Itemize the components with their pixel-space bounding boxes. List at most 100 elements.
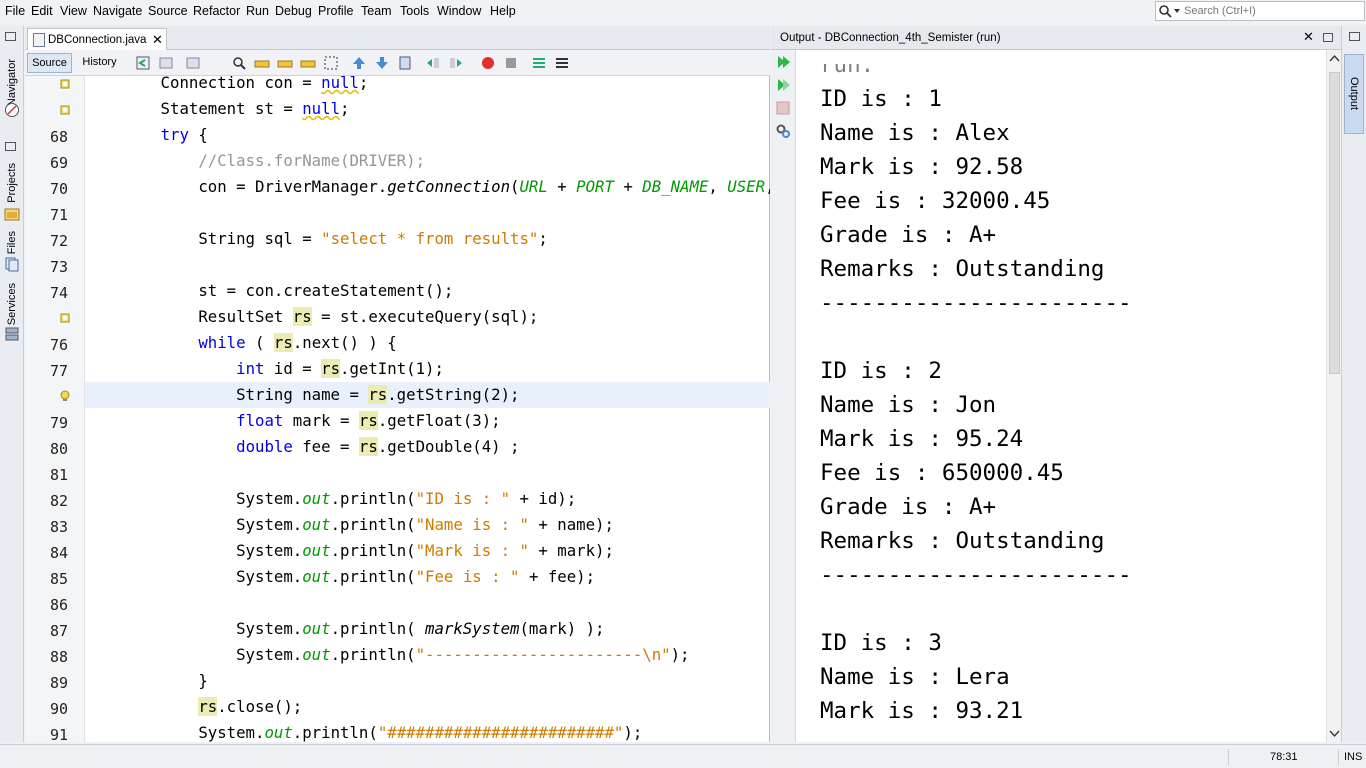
uncomment-icon[interactable] — [554, 55, 570, 71]
code-line[interactable]: while ( rs.next() ) { — [85, 330, 770, 356]
code-line[interactable] — [85, 590, 770, 616]
projects-icon — [4, 208, 20, 221]
output-line: ----------------------- — [820, 290, 1132, 316]
side-tab-projects[interactable]: Projects — [2, 158, 22, 208]
rerun-with-args-icon[interactable] — [775, 77, 791, 93]
scroll-up-icon[interactable] — [1329, 54, 1340, 62]
code-line[interactable]: try { — [85, 122, 770, 148]
output-line: Mark is : 92.58 — [820, 154, 1024, 180]
code-line[interactable]: //Class.forName(DRIVER); — [85, 148, 770, 174]
code-line[interactable]: } — [85, 668, 770, 694]
stop-macro-icon[interactable] — [503, 55, 519, 71]
code-line[interactable]: System.out.println("ID is : " + id); — [85, 486, 770, 512]
menu-file[interactable]: File — [5, 4, 25, 18]
toggle-highlight-icon[interactable] — [300, 55, 316, 71]
output-line: Remarks : Outstanding — [820, 528, 1105, 554]
side-tab-files[interactable]: Files — [2, 228, 22, 258]
menu-window[interactable]: Window — [437, 4, 481, 18]
code-line[interactable]: String sql = "select * from results"; — [85, 226, 770, 252]
menu-debug[interactable]: Debug — [275, 4, 312, 18]
menu-view[interactable]: View — [60, 4, 87, 18]
minimize-window-icon[interactable] — [1323, 33, 1333, 42]
menu-source[interactable]: Source — [148, 4, 188, 18]
rect-selection-icon[interactable] — [323, 55, 339, 71]
menu-tools[interactable]: Tools — [400, 4, 429, 18]
forward-icon[interactable] — [185, 55, 201, 71]
code-line[interactable]: Connection con = null; — [85, 76, 770, 96]
side-tab-output[interactable]: Output — [1344, 54, 1364, 134]
code-line[interactable] — [85, 200, 770, 226]
output-window: Output - DBConnection_4th_Semister (run)… — [771, 26, 1341, 742]
code-line[interactable]: int id = rs.getInt(1); — [85, 356, 770, 382]
close-icon[interactable]: ✕ — [152, 32, 163, 48]
menu-run[interactable]: Run — [246, 4, 269, 18]
output-console-text[interactable]: run: ID is : 1 Name is : Alex Mark is : 92.… — [820, 64, 1320, 724]
close-icon[interactable]: ✕ — [1303, 29, 1314, 45]
side-tab-services[interactable]: Services — [2, 280, 22, 328]
line-number: 72 — [49, 232, 68, 250]
comment-icon[interactable] — [531, 55, 547, 71]
search-icon[interactable] — [1158, 4, 1180, 18]
code-line[interactable]: st = con.createStatement(); — [85, 278, 770, 304]
minimize-group-icon[interactable] — [1349, 32, 1360, 41]
lightbulb-hint-icon[interactable] — [59, 390, 71, 402]
code-editor: DBConnection.java ✕ Source History 68 69… — [25, 26, 770, 742]
code-line[interactable]: con = DriverManager.getConnection(URL + … — [85, 174, 770, 200]
line-number: 86 — [49, 596, 68, 614]
tab-history[interactable]: History — [77, 53, 122, 73]
code-line[interactable]: System.out.println("####################… — [85, 720, 770, 742]
find-selection-icon[interactable] — [231, 55, 247, 71]
code-line[interactable]: System.out.println("Fee is : " + fee); — [85, 564, 770, 590]
output-line: Fee is : 32000.45 — [820, 188, 1051, 214]
back-icon[interactable] — [158, 55, 174, 71]
shift-left-icon[interactable] — [425, 55, 441, 71]
code-line[interactable]: rs.close(); — [85, 694, 770, 720]
minimize-group-icon[interactable] — [5, 142, 16, 151]
warning-hint-icon[interactable] — [59, 312, 71, 324]
scrollbar-thumb[interactable] — [1329, 72, 1340, 374]
code-line[interactable]: System.out.println("Mark is : " + mark); — [85, 538, 770, 564]
toggle-bookmark-icon[interactable] — [397, 55, 413, 71]
stop-icon[interactable] — [775, 100, 791, 116]
navigator-icon — [5, 103, 19, 117]
scroll-down-icon[interactable] — [1329, 730, 1340, 738]
code-line[interactable]: System.out.println("Name is : " + name); — [85, 512, 770, 538]
menu-refactor[interactable]: Refactor — [193, 4, 240, 18]
code-line[interactable]: float mark = rs.getFloat(3); — [85, 408, 770, 434]
code-line[interactable]: Statement st = null; — [85, 96, 770, 122]
output-line: Name is : Lera — [820, 664, 1010, 690]
output-line: ID is : 2 — [820, 358, 942, 384]
output-title[interactable]: Output - DBConnection_4th_Semister (run) — [780, 32, 1001, 44]
tab-source[interactable]: Source — [27, 53, 72, 73]
code-line-current[interactable]: String name = rs.getString(2); — [85, 382, 770, 408]
code-line[interactable]: System.out.println( markSystem(mark) ); — [85, 616, 770, 642]
settings-icon[interactable] — [775, 123, 791, 139]
find-previous-icon[interactable] — [254, 55, 270, 71]
output-line: Mark is : 95.24 — [820, 426, 1024, 452]
shift-right-icon[interactable] — [448, 55, 464, 71]
code-line[interactable]: ResultSet rs = st.executeQuery(sql); — [85, 304, 770, 330]
code-line[interactable] — [85, 252, 770, 278]
output-scrollbar[interactable] — [1326, 50, 1341, 742]
code-line[interactable]: double fee = rs.getDouble(4) ; — [85, 434, 770, 460]
menu-edit[interactable]: Edit — [31, 4, 53, 18]
code-line[interactable] — [85, 460, 770, 486]
menu-team[interactable]: Team — [361, 4, 392, 18]
last-edit-icon[interactable] — [135, 55, 151, 71]
warning-hint-icon[interactable] — [59, 78, 71, 90]
minimize-group-icon[interactable] — [5, 32, 16, 41]
search-input[interactable]: Search (Ctrl+I) — [1155, 1, 1365, 21]
code-area[interactable]: Connection con = null; Statement st = nu… — [85, 76, 770, 742]
menu-navigate[interactable]: Navigate — [93, 4, 142, 18]
find-next-icon[interactable] — [277, 55, 293, 71]
editor-tab-bar: DBConnection.java ✕ — [25, 26, 770, 50]
menu-profile[interactable]: Profile — [318, 4, 353, 18]
next-bookmark-icon[interactable] — [374, 55, 390, 71]
rerun-icon[interactable] — [775, 54, 791, 70]
warning-hint-icon[interactable] — [59, 104, 71, 116]
previous-bookmark-icon[interactable] — [351, 55, 367, 71]
menu-help[interactable]: Help — [490, 4, 516, 18]
editor-file-tab[interactable]: DBConnection.java ✕ — [27, 28, 167, 50]
code-line[interactable]: System.out.println("--------------------… — [85, 642, 770, 668]
start-macro-icon[interactable] — [480, 55, 496, 71]
